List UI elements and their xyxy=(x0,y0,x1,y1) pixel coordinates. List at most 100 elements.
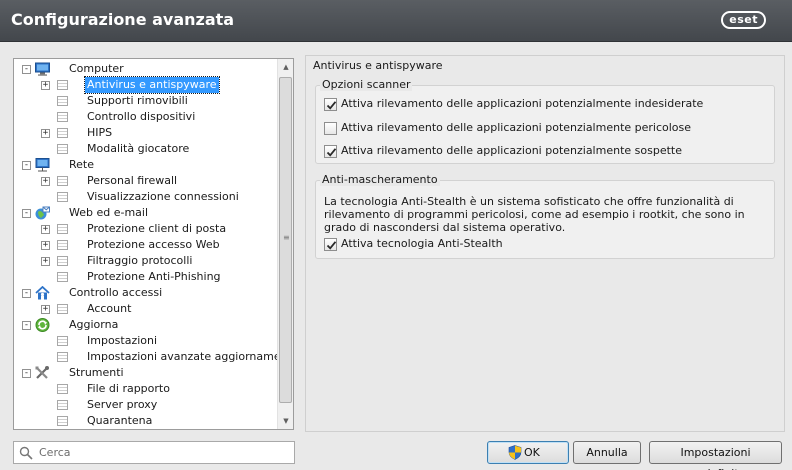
checkbox-label: Attiva rilevamento delle applicazioni po… xyxy=(341,144,682,157)
page-icon xyxy=(57,192,68,202)
tree-item-impostazioni-avanzate-aggiornamento[interactable]: Impostazioni avanzate aggiornamento xyxy=(14,349,293,365)
checkbox-box[interactable] xyxy=(324,145,337,158)
tree-item-label: Strumenti xyxy=(69,366,124,379)
tree-item-rete[interactable]: - Rete xyxy=(14,157,276,173)
expand-icon[interactable]: + xyxy=(41,241,50,250)
tree-item-server-proxy[interactable]: Server proxy xyxy=(14,397,276,413)
ok-label: OK xyxy=(524,446,540,459)
expand-icon[interactable]: + xyxy=(41,257,50,266)
tree-item-label: Antivirus e antispyware xyxy=(84,76,220,94)
collapse-icon[interactable]: - xyxy=(22,369,31,378)
collapse-icon[interactable]: - xyxy=(22,321,31,330)
collapse-icon[interactable]: - xyxy=(22,65,31,74)
checkbox-box[interactable] xyxy=(324,122,337,135)
tree-item-label: Account xyxy=(87,302,132,315)
checkbox-label: Attiva rilevamento delle applicazioni po… xyxy=(341,121,692,134)
tree-item-label: Filtraggio protocolli xyxy=(87,254,193,267)
tree-item-quarantena[interactable]: Quarantena xyxy=(14,413,276,429)
tree-item-modalita-giocatore[interactable]: Modalità giocatore xyxy=(14,141,276,157)
checkbox-box[interactable] xyxy=(324,98,337,111)
checkbox-box[interactable] xyxy=(324,238,337,251)
tree-item-label: Aggiorna xyxy=(69,318,119,331)
tree-scrollbar[interactable]: ▲ ≡ ▼ xyxy=(277,59,293,429)
tree-item-protezione-accesso-web[interactable]: + Protezione accesso Web xyxy=(14,237,276,253)
tree-item-label: Impostazioni xyxy=(87,334,158,347)
scroll-down-arrow-icon[interactable]: ▼ xyxy=(278,413,293,429)
tree-item-label: Web ed e-mail xyxy=(69,206,149,219)
tree-item-label: Computer xyxy=(69,62,124,75)
tree-item-label: Quarantena xyxy=(87,414,153,427)
tree-item-label: HIPS xyxy=(87,126,113,139)
tree-item-supporti-rimovibili[interactable]: Supporti rimovibili xyxy=(14,93,276,109)
expand-icon[interactable]: + xyxy=(41,225,50,234)
tree-item-antivirus-e-antispyware[interactable]: + Antivirus e antispyware xyxy=(14,76,276,94)
page-icon xyxy=(57,400,68,410)
page-icon xyxy=(57,176,68,186)
tree-item-personal-firewall[interactable]: + Personal firewall xyxy=(14,173,276,189)
page-icon xyxy=(57,416,68,426)
check-icon xyxy=(326,148,337,157)
tree-item-hips[interactable]: + HIPS xyxy=(14,125,276,141)
anti-stealth-group: Anti-mascheramento La tecnologia Anti-St… xyxy=(315,173,775,259)
tree-item-computer[interactable]: - Computer xyxy=(14,61,276,77)
tree-item-controllo-dispositivi[interactable]: Controllo dispositivi xyxy=(14,109,276,125)
update-icon xyxy=(35,318,50,332)
checkbox-label: Attiva rilevamento delle applicazioni po… xyxy=(341,97,704,110)
tree-item-protezione-client-di-posta[interactable]: + Protezione client di posta xyxy=(14,221,276,237)
page-icon xyxy=(57,336,68,346)
check-icon xyxy=(326,241,337,250)
anti-stealth-description: La tecnologia Anti-Stealth è un sistema … xyxy=(324,195,745,234)
page-icon xyxy=(57,352,68,362)
page-icon xyxy=(57,224,68,234)
tree-item-aggiorna[interactable]: - Aggiorna xyxy=(14,317,276,333)
window-title: Configurazione avanzata xyxy=(11,10,235,29)
expand-icon[interactable]: + xyxy=(41,177,50,186)
tree-item-account[interactable]: + Account xyxy=(14,301,276,317)
tree-item-controllo-accessi[interactable]: - Controllo accessi xyxy=(14,285,276,301)
tree-item-label: Controllo dispositivi xyxy=(87,110,196,123)
tree-item-label: Supporti rimovibili xyxy=(87,94,188,107)
expand-icon[interactable]: + xyxy=(41,81,50,90)
expand-icon[interactable]: + xyxy=(41,129,50,138)
scroll-thumb[interactable]: ≡ xyxy=(279,77,292,403)
scroll-up-arrow-icon[interactable]: ▲ xyxy=(278,59,293,75)
checkbox-label: Attiva tecnologia Anti-Stealth xyxy=(341,237,503,250)
tree-item-label: Protezione Anti-Phishing xyxy=(87,270,221,283)
tree-item-web-ed-e-mail[interactable]: - Web ed e-mail xyxy=(14,205,276,221)
collapse-icon[interactable]: - xyxy=(22,209,31,218)
search-input[interactable]: Cerca xyxy=(13,441,295,464)
expand-icon[interactable]: + xyxy=(41,305,50,314)
settings-tree: - Computer + Antivirus e antispyware Support… xyxy=(13,58,294,430)
anti-stealth-legend: Anti-mascheramento xyxy=(320,173,440,186)
tree-item-visualizzazione-connessioni[interactable]: Visualizzazione connessioni xyxy=(14,189,276,205)
tree-item-strumenti[interactable]: - Strumenti xyxy=(14,365,276,381)
tree-item-label: Modalità giocatore xyxy=(87,142,190,155)
eset-logo: eset xyxy=(721,11,766,29)
grip-icon: ≡ xyxy=(283,233,290,242)
tree-item-filtraggio-protocolli[interactable]: + Filtraggio protocolli xyxy=(14,253,276,269)
collapse-icon[interactable]: - xyxy=(22,161,31,170)
tree-item-label: Server proxy xyxy=(87,398,158,411)
search-icon xyxy=(19,446,33,460)
ok-button[interactable]: OK xyxy=(487,441,569,464)
globe-icon xyxy=(35,206,50,220)
network-icon xyxy=(35,158,50,172)
tools-icon xyxy=(35,366,50,380)
page-icon xyxy=(57,272,68,282)
page-icon xyxy=(57,128,68,138)
tree-item-protezione-anti-phishing[interactable]: Protezione Anti-Phishing xyxy=(14,269,276,285)
tree-item-label: Visualizzazione connessioni xyxy=(87,190,239,203)
check-icon xyxy=(326,101,337,110)
collapse-icon[interactable]: - xyxy=(22,289,31,298)
scanner-options-legend: Opzioni scanner xyxy=(320,78,413,91)
page-icon xyxy=(57,256,68,266)
page-icon xyxy=(57,384,68,394)
uac-shield-icon xyxy=(508,445,522,460)
page-icon xyxy=(57,112,68,122)
tree-item-impostazioni[interactable]: Impostazioni xyxy=(14,333,276,349)
cancel-button[interactable]: Annulla xyxy=(573,441,641,464)
tree-item-label: Protezione client di posta xyxy=(87,222,227,235)
tree-items: - Computer + Antivirus e antispyware Support… xyxy=(14,59,293,429)
tree-item-file-di-rapporto[interactable]: File di rapporto xyxy=(14,381,276,397)
defaults-button[interactable]: Impostazioni predefinite xyxy=(649,441,782,470)
